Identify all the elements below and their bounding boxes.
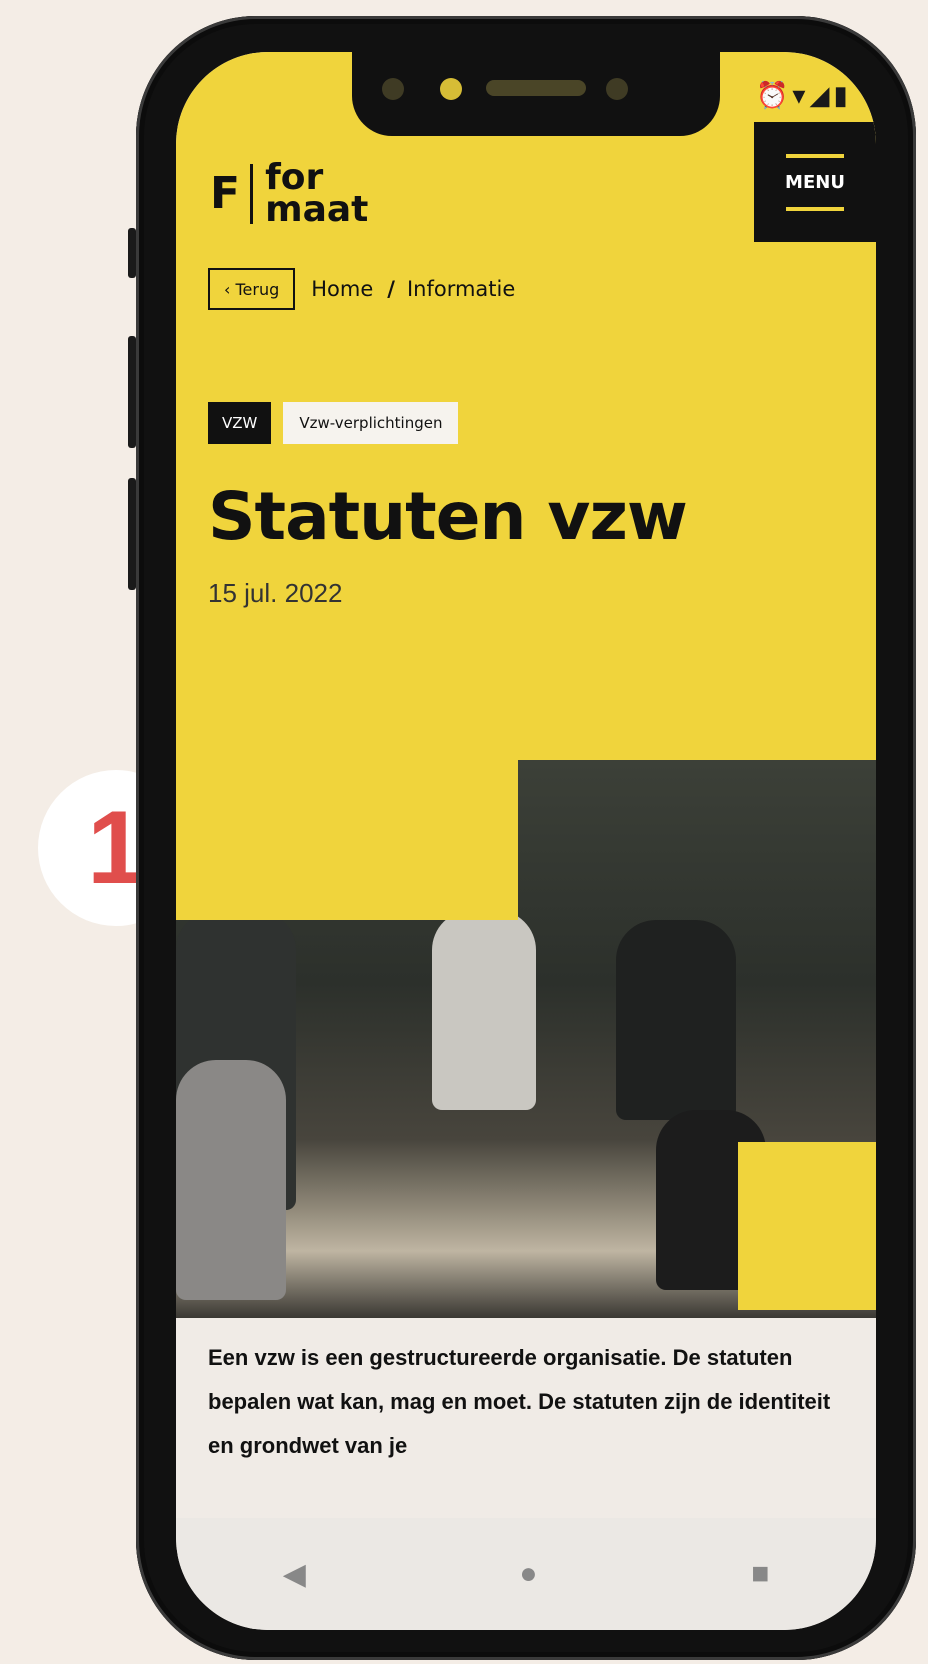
android-nav-bar: ◀ ● ■: [176, 1518, 876, 1630]
nav-home-icon[interactable]: ●: [519, 1557, 537, 1591]
article-intro: Een vzw is een gestructureerde organisat…: [208, 1345, 831, 1458]
phone-screen: ⏰▾◢▮ F for maat MENU ‹ Terug Home / Info…: [176, 52, 876, 1630]
hero-yellow-block: [738, 1142, 876, 1310]
volume-button: [128, 228, 136, 278]
phone-frame: ⏰▾◢▮ F for maat MENU ‹ Terug Home / Info…: [136, 16, 916, 1660]
nav-recents-icon[interactable]: ■: [751, 1557, 769, 1591]
nav-back-icon[interactable]: ◀: [283, 1557, 306, 1592]
hero-yellow-step: [176, 760, 518, 920]
volume-down-button: [128, 478, 136, 590]
volume-up-button: [128, 336, 136, 448]
